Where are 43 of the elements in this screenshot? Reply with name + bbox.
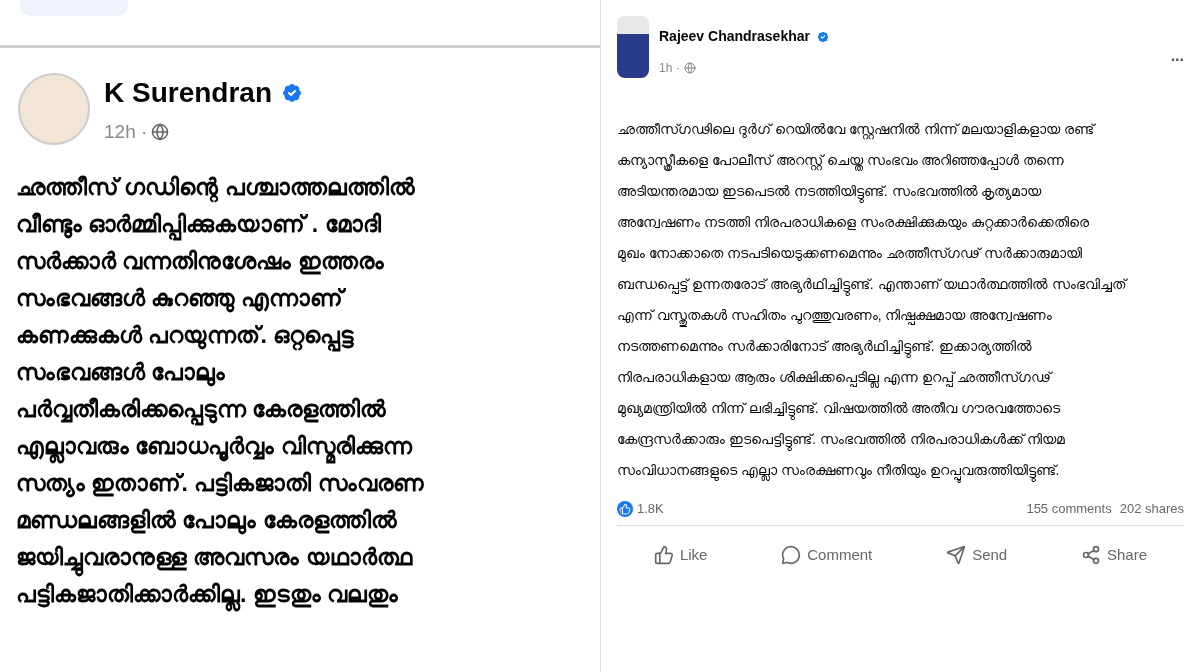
post-text-line: എന്ന് വസ്തുതകൾ സഹിതം പുറത്തുവരണം, നിഷ്പക്ഷമായ അന്വേഷണം	[617, 300, 1184, 331]
globe-icon	[151, 123, 170, 142]
action-icon	[946, 545, 967, 566]
post-action-button[interactable]: Like	[645, 540, 716, 571]
post-text-line: മുഖം നോക്കാതെ നടപടിയെടുക്കണമെന്നും ഛത്തീസ്ഗഢ് സർക്കാരുമായി	[617, 244, 1083, 264]
post-text-line: ബന്ധപ്പെട്ട് ഉന്നതരോട് അഭ്യർഥിച്ചിട്ടുണ്ട്. എന്താണ് യഥാർത്ഥത്തിൽ സംഭവിച്ചത്	[617, 269, 1184, 300]
post-text-line: അന്വേഷണം നടത്തി നിരപരാധികളെ സംരക്ഷിക്കുകയും കുറ്റക്കാർക്കെതിരെ	[617, 213, 1090, 233]
avatar	[617, 16, 649, 78]
post-text-line: മണ്ഡലങ്ങളിൽ പോലും കേരളത്തിൽ	[16, 505, 398, 537]
action-icon	[781, 545, 802, 566]
post-text-line: കന്യാസ്ത്രീകളെ പോലീസ് അറസ്റ്റ് ചെയ്ത സംഭവം അറിഞ്ഞപ്പോൾ തന്നെ	[617, 145, 1184, 176]
post-text-line: സംഭവങ്ങൾ പോലും	[16, 357, 227, 389]
post-text-line: സത്യം ഇതാണ്. പട്ടികജാതി സംവരണ	[16, 468, 425, 500]
more-options-button[interactable]: ...	[1170, 44, 1184, 68]
post-text-line: ജയിച്ചുവരാനുള്ള അവസരം യഥാർത്ഥ	[16, 538, 600, 576]
post-action-button[interactable]: Share	[1073, 540, 1156, 571]
post-text-line: സംവിധാനങ്ങളുടെ എല്ലാ സംരക്ഷണവും നീതിയും ഉറപ്പുവരുത്തിയിട്ടുണ്ട്.	[617, 455, 1184, 486]
post-text-line: എല്ലാവരും ബോധപൂർവ്വം വിസ്മരിക്കുന്ന	[16, 427, 600, 465]
post-text-line: നിരപരാധികളായ ആരും ശിക്ഷിക്കപ്പെടില്ല എന്ന ഉറപ്പ് ഛത്തീസ്ഗഢ്	[617, 362, 1184, 393]
share-count[interactable]: 202 shares	[1119, 498, 1184, 519]
post-text-line: കണക്കുകൾ പറയുന്നത്. ഒറ്റപ്പെട്ട	[16, 316, 600, 354]
post-text-line: നടത്തണമെന്നും സർക്കാരിനോട് അഭ്യർഥിച്ചിട്ടുണ്ട്. ഇക്കാര്യത്തിൽ	[617, 331, 1184, 362]
author-name[interactable]: Rajeev Chandrasekhar	[659, 26, 810, 47]
post-text-line: അടിയന്തരമായ ഇടപെടൽ നടത്തിയിട്ടുണ്ട്. സംഭവത്തിൽ കൃത്യമായ	[617, 176, 1184, 207]
author-name[interactable]: K Surendran	[104, 72, 273, 114]
post-text-line: മുഖ്യമന്ത്രിയിൽ നിന്ന് ലഭിച്ചിട്ടുണ്ട്. വിഷയത്തിൽ അതീവ ഗൗരവത്തോടെ	[617, 393, 1184, 424]
post-text-line: കേന്ദ്രസർക്കാരും ഇടപെട്ടിട്ടുണ്ട്. സംഭവത്തിൽ നിരപരാധികൾക്ക് നിയമ	[617, 424, 1184, 455]
post-time[interactable]: 1h ·	[659, 59, 680, 77]
post-text-line: സംഭവങ്ങൾ കുറഞ്ഞു എന്നാണ്	[16, 279, 600, 317]
comment-count[interactable]: 155 comments	[1026, 498, 1112, 519]
globe-icon	[683, 62, 696, 74]
action-icon	[653, 545, 674, 566]
like-reaction-icon	[617, 500, 633, 517]
post-text-line: പർവ്വതീകരിക്കപ്പെടുന്ന കേരളത്തിൽ	[16, 390, 600, 428]
action-icon	[1081, 545, 1101, 566]
reaction-count[interactable]: 1.8K	[637, 498, 664, 519]
post-text-line: ഛത്തീസ് ഗഡിന്റെ പശ്ചാത്തലത്തിൽ	[16, 168, 600, 206]
post-text-line: സർക്കാർ വന്നതിനുശേഷം ഇത്തരം	[16, 246, 385, 277]
post-action-button[interactable]: Send	[938, 540, 1016, 571]
post-action-button[interactable]: Comment	[773, 540, 881, 571]
post-text-line: വീണ്ടും ഓർമ്മിപ്പിക്കുകയാണ് . മോദി	[16, 205, 600, 243]
post-text-line: ഛത്തീസ്ഗഢിലെ ദുർഗ് റെയിൽവേ സ്റ്റേഷനിൽ നിന്ന് മലയാളികളായ രണ്ട്	[617, 114, 1184, 145]
post-time[interactable]: 12h ·	[104, 118, 148, 147]
